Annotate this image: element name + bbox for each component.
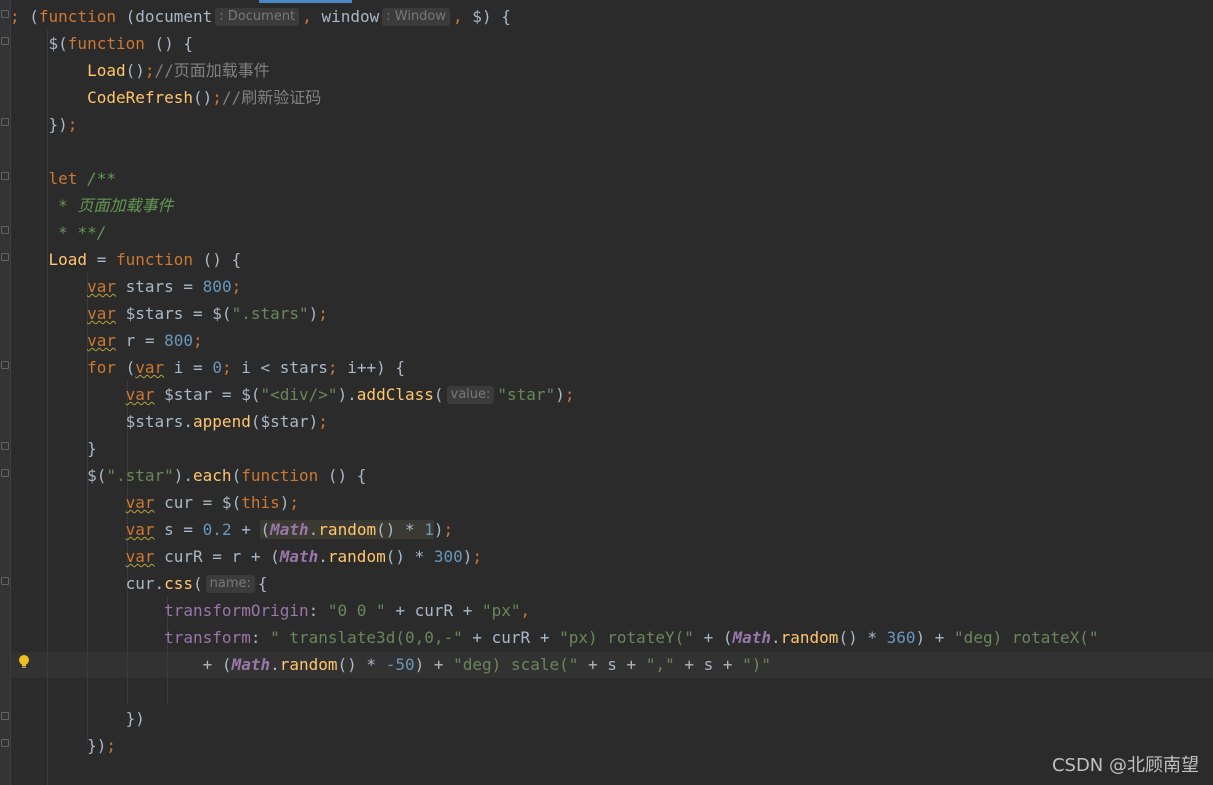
fold-marker[interactable] [1,442,9,450]
number-literal: 300 [433,547,463,566]
string-literal: "px) rotateY(" [559,628,694,647]
code-line[interactable]: var stars = 800; [10,273,241,300]
code-line[interactable]: var curR = r + (Math.random() * 300); [10,543,482,570]
string-literal: "px" [482,601,521,620]
fold-marker[interactable] [1,226,9,234]
code-line[interactable]: var $stars = $(".stars"); [10,300,328,327]
code-line[interactable]: $(function () { [10,30,194,57]
lightbulb-icon[interactable] [18,654,30,670]
code-line[interactable]: * **/ [10,219,106,246]
number-literal: -50 [385,655,415,674]
fold-marker[interactable] [1,577,9,585]
code-line[interactable]: * 页面加载事件 [10,192,173,219]
code-line[interactable]: }); [10,732,116,759]
code-line[interactable]: Load = function () { [10,246,242,273]
string-literal: ")" [742,655,772,674]
code-comment: //页面加载事件 [154,61,270,80]
watermark-text: CSDN @北顾南望 [1051,755,1199,776]
fold-marker[interactable] [1,10,9,18]
code-line[interactable]: var cur = $(this); [10,489,299,516]
fold-marker[interactable] [1,361,9,369]
code-line[interactable]: transform: " translate3d(0,0,-" + curR +… [10,624,1099,651]
string-literal: "deg) scale(" [453,655,579,674]
fold-marker[interactable] [1,37,9,45]
parameter-hint: : Document [215,8,300,26]
code-line[interactable]: var s = 0.2 + (Math.random() * 1); [10,516,453,543]
string-literal: "0 0 " [327,601,386,620]
doc-comment: * 页面加载事件 [58,196,174,215]
fold-marker[interactable] [1,253,9,261]
fold-marker[interactable] [1,118,9,126]
doc-comment: /** [87,169,116,188]
number-literal: 0.2 [202,520,232,539]
string-literal: "deg) rotateX(" [954,628,1099,647]
code-line[interactable]: }) [10,705,145,732]
parameter-hint: name: [205,575,255,593]
code-line[interactable]: $stars.append($star); [10,408,328,435]
code-line[interactable]: CodeRefresh();//刷新验证码 [10,84,321,111]
string-literal: ".stars" [231,304,309,323]
code-line[interactable]: var r = 800; [10,327,203,354]
code-line[interactable]: cur.css(name:{ [10,570,268,597]
number-literal: 0 [212,358,222,377]
code-line[interactable]: transformOrigin: "0 0 " + curR + "px", [10,597,530,624]
code-line[interactable]: ; (function (document: Document, window:… [10,3,511,30]
number-literal: 360 [886,628,916,647]
string-literal: " translate3d(0,0,-" [270,628,463,647]
fold-marker[interactable] [1,172,9,180]
code-line[interactable]: + (Math.random() * -50) + "deg) scale(" … [10,651,771,678]
number-literal: 800 [164,331,194,350]
number-literal: 1 [424,520,434,539]
doc-comment: * **/ [58,223,107,242]
string-literal: "star" [497,385,556,404]
number-literal: 800 [202,277,232,296]
parameter-hint: : Window [382,8,451,26]
code-line[interactable]: for (var i = 0; i < stars; i++) { [10,354,405,381]
code-line[interactable]: let /** [10,165,116,192]
code-line[interactable]: }); [10,111,78,138]
fold-marker[interactable] [1,469,9,477]
fold-marker[interactable] [1,712,9,720]
code-editor[interactable]: ; (function (document: Document, window:… [0,0,1213,785]
string-literal: "," [645,655,675,674]
code-comment: //刷新验证码 [221,88,322,107]
code-line[interactable]: var $star = $("<div/>").addClass(value: "… [10,381,574,408]
fold-marker[interactable] [1,739,9,747]
code-line[interactable]: Load();//页面加载事件 [10,57,270,84]
code-line[interactable]: } [10,435,97,462]
code-line[interactable]: $(".star").each(function () { [10,462,366,489]
string-literal: ".star" [106,466,174,485]
parameter-hint: value: [446,386,495,404]
string-literal: "<div/>" [260,385,338,404]
